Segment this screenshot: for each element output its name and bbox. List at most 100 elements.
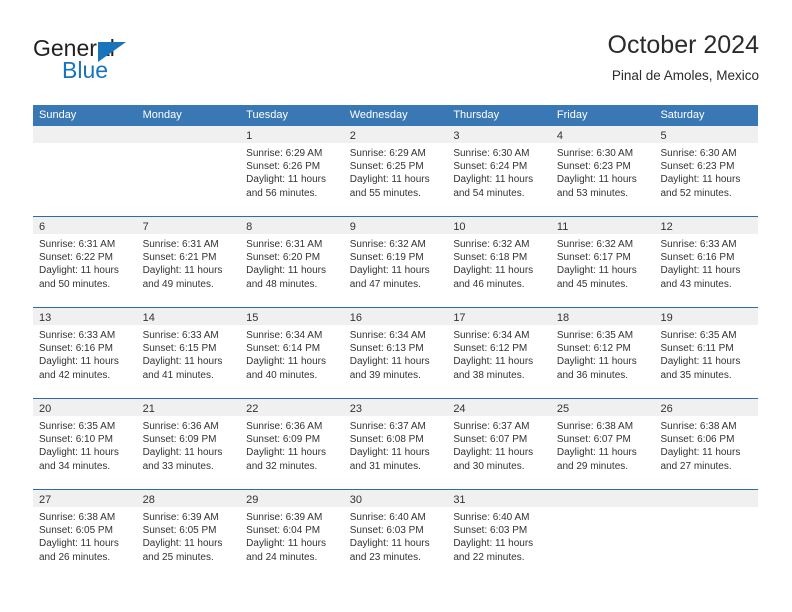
day-details: Sunrise: 6:36 AM Sunset: 6:09 PM Dayligh… [137,416,241,473]
sunset-text: Sunset: 6:09 PM [246,434,321,446]
daylight-text-line2: and 23 minutes. [349,551,421,563]
sunset-text: Sunset: 6:22 PM [39,252,113,264]
day-cell[interactable]: 19 Sunrise: 6:35 AM Sunset: 6:11 PM Dayl… [654,308,759,398]
day-cell[interactable]: 8 Sunrise: 6:31 AM Sunset: 6:20 PM Dayli… [240,217,344,307]
day-cell[interactable]: 5 Sunrise: 6:30 AM Sunset: 6:23 PM Dayli… [654,126,759,216]
day-cell[interactable]: 27 Sunrise: 6:38 AM Sunset: 6:05 PM Dayl… [33,490,137,580]
day-cell[interactable]: 31 Sunrise: 6:40 AM Sunset: 6:03 PM Dayl… [447,490,551,580]
daylight-text-line1: Daylight: 11 hours [39,265,119,277]
daylight-text-line2: and 22 minutes. [453,551,525,563]
day-number-band: 29 [240,490,344,507]
day-cell[interactable]: 18 Sunrise: 6:35 AM Sunset: 6:12 PM Dayl… [550,308,655,398]
daylight-text-line1: Daylight: 11 hours [246,265,327,277]
day-number: 4 [556,130,564,142]
day-cell[interactable]: 9 Sunrise: 6:32 AM Sunset: 6:19 PM Dayli… [343,217,448,307]
daylight-text-line1: Daylight: 11 hours [453,356,534,368]
day-cell[interactable]: 13 Sunrise: 6:33 AM Sunset: 6:16 PM Dayl… [33,308,137,398]
day-cell[interactable]: 22 Sunrise: 6:36 AM Sunset: 6:09 PM Dayl… [240,399,344,489]
daylight-text-line1: Daylight: 11 hours [660,174,741,186]
sunrise-text: Sunrise: 6:36 AM [142,421,219,432]
daylight-text-line2: and 54 minutes. [453,187,525,199]
day-details: Sunrise: 6:36 AM Sunset: 6:09 PM Dayligh… [240,416,344,473]
day-number: 17 [453,312,466,324]
day-number-band: 3 [447,126,551,143]
weekday-header-wednesday: Wednesday [349,109,408,121]
day-number-band: 21 [136,399,241,416]
daylight-text-line1: Daylight: 11 hours [349,447,430,459]
weekday-header-sunday: Sunday [39,109,77,121]
title-block: October 2024 Pinal de Amoles, Mexico [608,30,760,86]
daylight-text-line2: and 47 minutes. [349,278,421,290]
day-cell[interactable]: 10 Sunrise: 6:32 AM Sunset: 6:18 PM Dayl… [447,217,551,307]
day-cell[interactable]: 20 Sunrise: 6:35 AM Sunset: 6:10 PM Dayl… [33,399,137,489]
page-title: October 2024 [607,31,760,59]
day-details: Sunrise: 6:34 AM Sunset: 6:13 PM Dayligh… [344,325,448,382]
daylight-text-line2: and 52 minutes. [660,187,732,199]
day-cell[interactable] [550,490,655,580]
day-cell[interactable]: 1 Sunrise: 6:29 AM Sunset: 6:26 PM Dayli… [240,126,344,216]
day-cell[interactable] [33,126,137,216]
sunrise-text: Sunrise: 6:31 AM [142,239,219,250]
sunset-text: Sunset: 6:11 PM [660,343,734,355]
day-number: 27 [39,494,52,506]
day-cell[interactable]: 23 Sunrise: 6:37 AM Sunset: 6:08 PM Dayl… [343,399,448,489]
sunset-text: Sunset: 6:13 PM [349,343,424,355]
day-cell[interactable]: 3 Sunrise: 6:30 AM Sunset: 6:24 PM Dayli… [447,126,551,216]
day-number-band: 7 [136,217,241,234]
day-number-band [550,490,655,507]
daylight-text-line1: Daylight: 11 hours [246,174,327,186]
day-cell[interactable]: 17 Sunrise: 6:34 AM Sunset: 6:12 PM Dayl… [447,308,551,398]
day-cell[interactable]: 15 Sunrise: 6:34 AM Sunset: 6:14 PM Dayl… [240,308,344,398]
day-cell[interactable]: 29 Sunrise: 6:39 AM Sunset: 6:04 PM Dayl… [240,490,344,580]
daylight-text-line1: Daylight: 11 hours [660,356,741,368]
general-blue-logo[interactable]: General Blue [33,36,213,88]
sunset-text: Sunset: 6:05 PM [142,525,217,537]
day-details: Sunrise: 6:37 AM Sunset: 6:07 PM Dayligh… [447,416,551,473]
day-cell[interactable]: 14 Sunrise: 6:33 AM Sunset: 6:15 PM Dayl… [136,308,241,398]
day-number: 16 [349,312,362,324]
day-number: 30 [349,494,362,506]
day-cell[interactable]: 7 Sunrise: 6:31 AM Sunset: 6:21 PM Dayli… [136,217,241,307]
sunrise-text: Sunrise: 6:33 AM [660,239,737,250]
day-cell[interactable]: 16 Sunrise: 6:34 AM Sunset: 6:13 PM Dayl… [343,308,448,398]
day-details: Sunrise: 6:40 AM Sunset: 6:03 PM Dayligh… [344,507,448,564]
day-cell[interactable]: 26 Sunrise: 6:38 AM Sunset: 6:06 PM Dayl… [654,399,759,489]
day-cell[interactable]: 11 Sunrise: 6:32 AM Sunset: 6:17 PM Dayl… [550,217,655,307]
day-cell[interactable]: 12 Sunrise: 6:33 AM Sunset: 6:16 PM Dayl… [654,217,759,307]
day-details: Sunrise: 6:31 AM Sunset: 6:21 PM Dayligh… [137,234,241,291]
daylight-text-line1: Daylight: 11 hours [246,447,327,459]
day-number: 26 [660,403,673,415]
day-cell[interactable]: 24 Sunrise: 6:37 AM Sunset: 6:07 PM Dayl… [447,399,551,489]
day-cell[interactable]: 30 Sunrise: 6:40 AM Sunset: 6:03 PM Dayl… [343,490,448,580]
sunrise-text: Sunrise: 6:38 AM [660,421,737,432]
sunrise-text: Sunrise: 6:32 AM [349,239,426,250]
day-details: Sunrise: 6:31 AM Sunset: 6:22 PM Dayligh… [33,234,137,291]
sunrise-text: Sunrise: 6:35 AM [660,330,737,341]
day-number-band: 30 [343,490,448,507]
day-number: 8 [246,221,253,233]
day-cell[interactable]: 21 Sunrise: 6:36 AM Sunset: 6:09 PM Dayl… [136,399,241,489]
day-cell[interactable]: 28 Sunrise: 6:39 AM Sunset: 6:05 PM Dayl… [136,490,241,580]
day-number: 1 [246,130,253,142]
day-cell[interactable]: 2 Sunrise: 6:29 AM Sunset: 6:25 PM Dayli… [343,126,448,216]
day-number-band: 27 [33,490,137,507]
daylight-text-line1: Daylight: 11 hours [453,174,534,186]
day-details: Sunrise: 6:30 AM Sunset: 6:23 PM Dayligh… [551,143,655,200]
day-cell[interactable] [136,126,241,216]
day-cell[interactable]: 25 Sunrise: 6:38 AM Sunset: 6:07 PM Dayl… [550,399,655,489]
day-number-band: 23 [343,399,448,416]
day-number: 15 [246,312,259,324]
day-details: Sunrise: 6:38 AM Sunset: 6:07 PM Dayligh… [551,416,655,473]
daylight-text-line2: and 56 minutes. [246,187,318,199]
day-cell[interactable]: 4 Sunrise: 6:30 AM Sunset: 6:23 PM Dayli… [550,126,655,216]
sunrise-text: Sunrise: 6:40 AM [453,512,530,523]
daylight-text-line1: Daylight: 11 hours [39,356,119,368]
day-number: 14 [142,312,155,324]
day-number-band: 22 [240,399,344,416]
day-number-band: 13 [33,308,137,325]
day-cell[interactable]: 6 Sunrise: 6:31 AM Sunset: 6:22 PM Dayli… [33,217,137,307]
day-number-band: 24 [447,399,551,416]
day-number-band: 16 [343,308,448,325]
day-number: 13 [39,312,52,324]
day-cell[interactable] [654,490,759,580]
